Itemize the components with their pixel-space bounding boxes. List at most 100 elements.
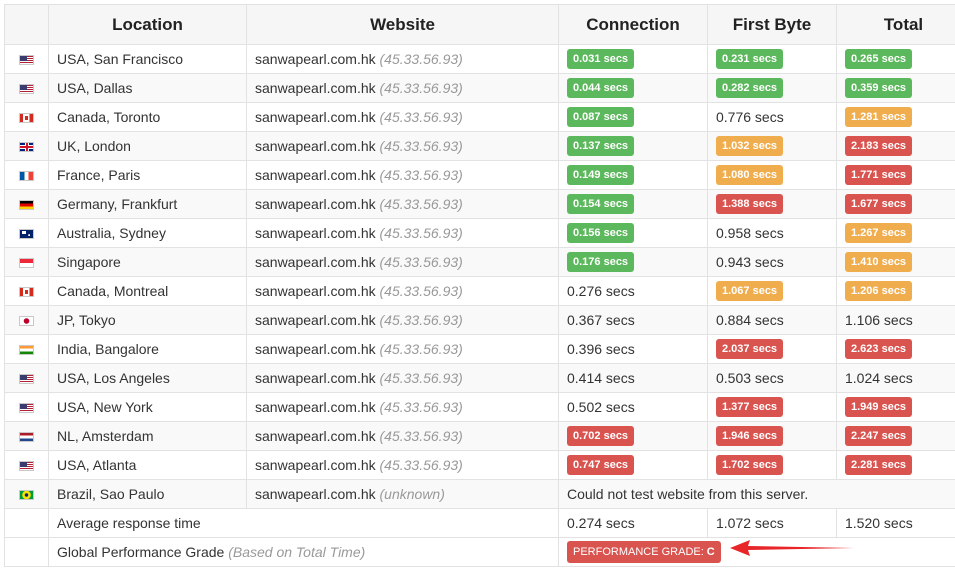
website-ip: (45.33.56.93) xyxy=(379,341,463,357)
connection-cell: 0.414 secs xyxy=(558,363,708,393)
orange-timing-badge: 1.281 secs xyxy=(845,107,913,127)
table-row: Germany, Frankfurt sanwapearl.com.hk (45.… xyxy=(4,189,955,219)
website-domain: sanwapearl.com.hk xyxy=(255,254,376,270)
total-cell: 2.247 secs xyxy=(836,421,955,451)
flag-nl-icon xyxy=(19,432,34,443)
website-domain: sanwapearl.com.hk xyxy=(255,51,376,67)
flag-sg-icon xyxy=(19,258,34,269)
connection-cell: 0.367 secs xyxy=(558,305,708,335)
table-row: Canada, Montreal sanwapearl.com.hk (45.33… xyxy=(4,276,955,306)
first-byte-cell: 0.776 secs xyxy=(707,102,837,132)
location-cell: Canada, Montreal xyxy=(48,276,247,306)
red-timing-badge: 2.623 secs xyxy=(845,339,913,359)
first-byte-cell: 1.702 secs xyxy=(707,450,837,480)
first-byte-cell: 1.080 secs xyxy=(707,160,837,190)
location-cell: Germany, Frankfurt xyxy=(48,189,247,219)
average-row: Average response time 0.274 secs 1.072 s… xyxy=(4,508,955,538)
website-ip: (45.33.56.93) xyxy=(379,167,463,183)
connection-cell: 0.087 secs xyxy=(558,102,708,132)
flag-jp-icon xyxy=(19,316,34,327)
website-ip: (45.33.56.93) xyxy=(379,225,463,241)
location-cell: Singapore xyxy=(48,247,247,277)
location-cell: Australia, Sydney xyxy=(48,218,247,248)
connection-header: Connection xyxy=(558,4,708,45)
table-row: JP, Tokyo sanwapearl.com.hk (45.33.56.93)… xyxy=(4,305,955,335)
grade-flag-cell xyxy=(4,537,49,567)
header-row: Location Website Connection First Byte T… xyxy=(4,4,955,45)
location-cell: USA, Atlanta xyxy=(48,450,247,480)
flag-uk-icon xyxy=(19,142,34,153)
red-timing-badge: 2.037 secs xyxy=(716,339,784,359)
orange-timing-badge: 1.410 secs xyxy=(845,252,913,272)
first-byte-cell: 1.946 secs xyxy=(707,421,837,451)
green-timing-badge: 0.044 secs xyxy=(567,78,635,98)
total-header: Total xyxy=(836,4,955,45)
location-cell: USA, New York xyxy=(48,392,247,422)
flag-in-icon xyxy=(19,345,34,356)
website-ip: (45.33.56.93) xyxy=(379,312,463,328)
performance-grade-badge: PERFORMANCE GRADE: C xyxy=(567,541,721,563)
website-domain: sanwapearl.com.hk xyxy=(255,370,376,386)
website-cell: sanwapearl.com.hk (45.33.56.93) xyxy=(246,189,559,219)
table-row: USA, Atlanta sanwapearl.com.hk (45.33.56.… xyxy=(4,450,955,480)
website-domain: sanwapearl.com.hk xyxy=(255,80,376,96)
first-byte-cell: 0.943 secs xyxy=(707,247,837,277)
average-total: 1.520 secs xyxy=(836,508,955,538)
website-ip: (45.33.56.93) xyxy=(379,283,463,299)
website-ip: (45.33.56.93) xyxy=(379,457,463,473)
red-timing-badge: 2.183 secs xyxy=(845,136,913,156)
website-ip: (45.33.56.93) xyxy=(379,109,463,125)
red-timing-badge: 1.702 secs xyxy=(716,455,784,475)
website-ip: (45.33.56.93) xyxy=(379,138,463,154)
table-row: Australia, Sydney sanwapearl.com.hk (45.3… xyxy=(4,218,955,248)
first-byte-cell: 0.231 secs xyxy=(707,44,837,74)
location-header: Location xyxy=(48,4,247,45)
orange-timing-badge: 1.067 secs xyxy=(716,281,784,301)
average-flag-cell xyxy=(4,508,49,538)
connection-cell: 0.031 secs xyxy=(558,44,708,74)
table-row: USA, Dallas sanwapearl.com.hk (45.33.56.9… xyxy=(4,73,955,103)
connection-cell: 0.137 secs xyxy=(558,131,708,161)
website-ip: (45.33.56.93) xyxy=(379,196,463,212)
website-domain: sanwapearl.com.hk xyxy=(255,486,376,502)
flag-au-icon xyxy=(19,229,34,240)
website-ip: (45.33.56.93) xyxy=(379,428,463,444)
red-timing-badge: 0.747 secs xyxy=(567,455,635,475)
table-row: NL, Amsterdam sanwapearl.com.hk (45.33.56… xyxy=(4,421,955,451)
total-cell: 2.623 secs xyxy=(836,334,955,364)
green-timing-badge: 0.154 secs xyxy=(567,194,635,214)
website-domain: sanwapearl.com.hk xyxy=(255,138,376,154)
flag-cell xyxy=(4,44,49,74)
website-domain: sanwapearl.com.hk xyxy=(255,457,376,473)
grade-label-cell: Global Performance Grade (Based on Total… xyxy=(48,537,559,567)
flag-cell xyxy=(4,218,49,248)
red-timing-badge: 2.247 secs xyxy=(845,426,913,446)
website-cell: sanwapearl.com.hk (45.33.56.93) xyxy=(246,247,559,277)
website-ip: (45.33.56.93) xyxy=(379,51,463,67)
total-cell: 2.183 secs xyxy=(836,131,955,161)
connection-cell: 0.276 secs xyxy=(558,276,708,306)
total-cell: 1.267 secs xyxy=(836,218,955,248)
connection-cell: 0.176 secs xyxy=(558,247,708,277)
website-cell: sanwapearl.com.hk (45.33.56.93) xyxy=(246,160,559,190)
flag-cell xyxy=(4,73,49,103)
red-timing-badge: 1.677 secs xyxy=(845,194,913,214)
location-cell: USA, San Francisco xyxy=(48,44,247,74)
website-ip: (45.33.56.93) xyxy=(379,370,463,386)
website-header: Website xyxy=(246,4,559,45)
connection-cell: 0.044 secs xyxy=(558,73,708,103)
table-row: Brazil, Sao Paulo sanwapearl.com.hk (unkn… xyxy=(4,479,955,509)
flag-cell xyxy=(4,305,49,335)
flag-ca-icon xyxy=(19,287,34,298)
website-domain: sanwapearl.com.hk xyxy=(255,225,376,241)
website-cell: sanwapearl.com.hk (45.33.56.93) xyxy=(246,102,559,132)
red-timing-badge: 0.702 secs xyxy=(567,426,635,446)
website-ip: (45.33.56.93) xyxy=(379,399,463,415)
website-domain: sanwapearl.com.hk xyxy=(255,167,376,183)
total-cell: 1.024 secs xyxy=(836,363,955,393)
location-cell: NL, Amsterdam xyxy=(48,421,247,451)
connection-cell: 0.156 secs xyxy=(558,218,708,248)
location-cell: Brazil, Sao Paulo xyxy=(48,479,247,509)
connection-cell: 0.702 secs xyxy=(558,421,708,451)
website-cell: sanwapearl.com.hk (45.33.56.93) xyxy=(246,73,559,103)
